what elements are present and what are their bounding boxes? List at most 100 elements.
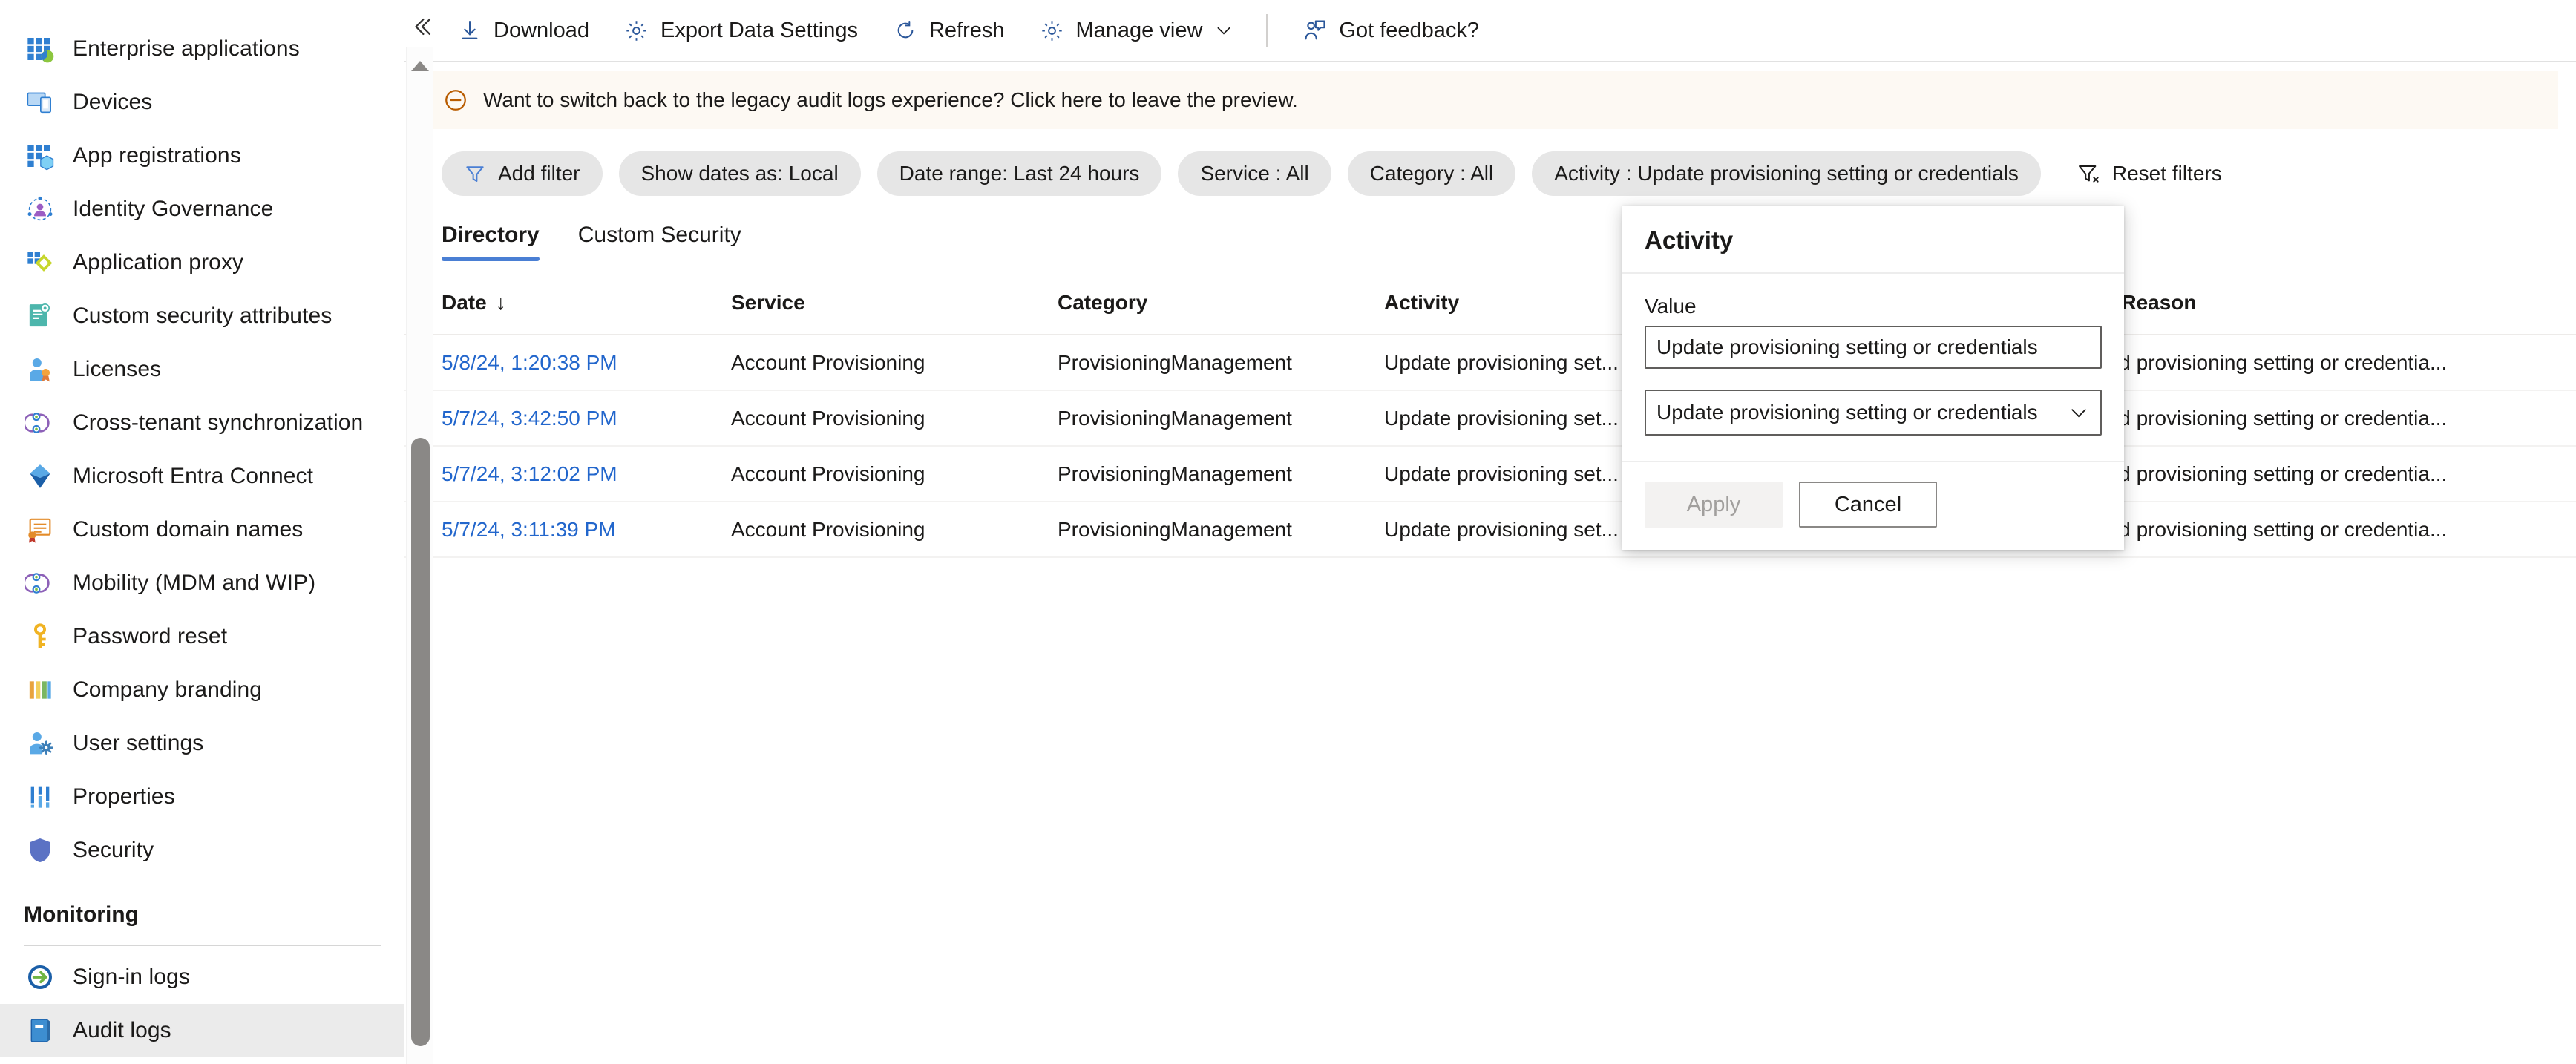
- cell-date: 5/7/24, 3:42:50 PM: [404, 390, 731, 447]
- cross-tenant-sync-icon: [24, 407, 56, 439]
- feedback-person-icon: [1302, 17, 1328, 44]
- entra-connect-icon: [24, 460, 56, 493]
- column-header-date[interactable]: Date ↓: [404, 291, 731, 335]
- tab-label: Custom Security: [577, 223, 741, 247]
- sidebar-item-cross-tenant-synchronization[interactable]: Cross-tenant synchronization: [0, 396, 404, 450]
- cancel-button[interactable]: Cancel: [1799, 482, 1937, 528]
- sidebar-item-custom-security-attributes[interactable]: Custom security attributes: [0, 289, 404, 343]
- cell-date: 5/7/24, 3:12:02 PM: [404, 446, 731, 502]
- filter-pill-activity[interactable]: Activity : Update provisioning setting o…: [1532, 151, 2041, 196]
- sidebar-divider: [24, 945, 381, 946]
- refresh-icon: [892, 17, 919, 44]
- scrollbar-thumb[interactable]: [411, 438, 430, 1046]
- cell-service: Account Provisioning: [731, 446, 1058, 502]
- date-link[interactable]: 5/7/24, 3:42:50 PM: [442, 407, 617, 430]
- devices-icon: [24, 86, 56, 119]
- sidebar-item-properties[interactable]: Properties: [0, 770, 404, 824]
- sidebar-section-title: Monitoring: [24, 902, 139, 927]
- sidebar-item-label: Application proxy: [73, 250, 244, 275]
- sidebar-item-user-settings[interactable]: User settings: [0, 717, 404, 770]
- password-reset-icon: [24, 620, 56, 653]
- sidebar-item-password-reset[interactable]: Password reset: [0, 610, 404, 663]
- manage-view-button[interactable]: Manage view: [1024, 7, 1249, 54]
- tab-custom-security[interactable]: Custom Security: [578, 223, 741, 261]
- activity-value-dropdown[interactable]: Update provisioning setting or credentia…: [1645, 390, 2102, 436]
- sidebar-item-sign-in-logs[interactable]: Sign-in logs: [0, 950, 404, 1004]
- sidebar-item-microsoft-entra-connect[interactable]: Microsoft Entra Connect: [0, 450, 404, 503]
- export-data-settings-button[interactable]: Export Data Settings: [609, 7, 873, 54]
- apply-button[interactable]: Apply: [1645, 482, 1783, 528]
- filter-pill-label: Show dates as: Local: [640, 162, 839, 185]
- sidebar-item-mobility-mdm-and-wip[interactable]: Mobility (MDM and WIP): [0, 556, 404, 610]
- manage-view-label: Manage view: [1075, 18, 1203, 42]
- got-feedback-button[interactable]: Got feedback?: [1287, 7, 1494, 54]
- column-header-category[interactable]: Category: [1058, 291, 1384, 335]
- sidebar-item-enterprise-applications[interactable]: Enterprise applications: [0, 22, 404, 76]
- sidebar-item-identity-governance[interactable]: Identity Governance: [0, 183, 404, 236]
- column-header-status-reason[interactable]: Status Reason: [2052, 291, 2576, 335]
- cell-category: ProvisioningManagement: [1058, 502, 1384, 558]
- sidebar-item-label: Sign-in logs: [73, 965, 190, 989]
- filter-pill-service[interactable]: Service : All: [1178, 151, 1331, 196]
- date-link[interactable]: 5/8/24, 1:20:38 PM: [442, 351, 617, 374]
- date-link[interactable]: 5/7/24, 3:12:02 PM: [442, 462, 617, 485]
- table-row[interactable]: 5/7/24, 3:42:50 PM Account Provisioning Pr…: [404, 390, 2576, 447]
- filter-bar: Add filter Show dates as: Local Date ran…: [404, 129, 2576, 196]
- add-filter-button[interactable]: Add filter: [442, 151, 603, 196]
- column-label: Category: [1058, 291, 1148, 314]
- apply-label: Apply: [1686, 492, 1741, 516]
- sidebar-item-label: Security: [73, 838, 154, 862]
- activity-value-input[interactable]: [1645, 326, 2102, 369]
- sidebar-item-licenses[interactable]: Licenses: [0, 343, 404, 396]
- table-row[interactable]: 5/7/24, 3:11:39 PM Account Provisioning Pr…: [404, 502, 2576, 558]
- filter-pill-category[interactable]: Category : All: [1347, 151, 1516, 196]
- filter-pill-label: Service : All: [1200, 162, 1309, 185]
- cancel-label: Cancel: [1834, 492, 1902, 516]
- sidebar-item-audit-logs[interactable]: Audit logs: [0, 1004, 404, 1057]
- table-row[interactable]: 5/7/24, 3:12:02 PM Account Provisioning Pr…: [404, 446, 2576, 502]
- sidebar-item-label: User settings: [73, 731, 204, 755]
- column-label: Service: [731, 291, 805, 314]
- sidebar-section-monitoring: Monitoring: [0, 877, 404, 932]
- cell-status-reason: Updated provisioning setting or credenti…: [2052, 446, 2576, 502]
- filter-funnel-icon: [464, 162, 486, 185]
- column-label: Activity: [1384, 291, 1460, 314]
- table-row[interactable]: 5/8/24, 1:20:38 PM Account Provisioning Pr…: [404, 335, 2576, 391]
- entra-audit-logs-page: Enterprise applications Devices App regist…: [0, 0, 2576, 1064]
- download-button[interactable]: Download: [442, 7, 604, 54]
- sidebar-item-devices[interactable]: Devices: [0, 76, 404, 129]
- date-link[interactable]: 5/7/24, 3:11:39 PM: [442, 518, 616, 541]
- legacy-preview-banner[interactable]: Want to switch back to the legacy audit …: [422, 71, 2558, 129]
- sidebar-scrollbar[interactable]: [406, 47, 433, 1064]
- toolbar-separator: [1266, 14, 1268, 47]
- filter-clear-icon: [2077, 162, 2100, 185]
- filter-pill-label: Date range: Last 24 hours: [899, 162, 1140, 185]
- cell-category: ProvisioningManagement: [1058, 335, 1384, 391]
- properties-icon: [24, 781, 56, 813]
- filter-pill-show-dates[interactable]: Show dates as: Local: [618, 151, 861, 196]
- filter-pill-date-range[interactable]: Date range: Last 24 hours: [876, 151, 1162, 196]
- download-label: Download: [494, 18, 589, 42]
- cell-category: ProvisioningManagement: [1058, 446, 1384, 502]
- column-label: Date: [442, 291, 487, 314]
- sidebar-item-company-branding[interactable]: Company branding: [0, 663, 404, 717]
- scroll-up-arrow-icon[interactable]: [411, 61, 429, 71]
- custom-domain-names-icon: [24, 513, 56, 546]
- sidebar-item-app-registrations[interactable]: App registrations: [0, 129, 404, 183]
- cell-status-reason: Updated provisioning setting or credenti…: [2052, 502, 2576, 558]
- sidebar-item-application-proxy[interactable]: Application proxy: [0, 236, 404, 289]
- column-header-service[interactable]: Service: [731, 291, 1058, 335]
- cell-category: ProvisioningManagement: [1058, 390, 1384, 447]
- audit-logs-table-wrap: Date↓ Service Category Activity Status S…: [404, 261, 2576, 558]
- sidebar-collapse-button[interactable]: [404, 10, 440, 46]
- sidebar-item-label: Devices: [73, 90, 153, 114]
- refresh-button[interactable]: Refresh: [877, 7, 1020, 54]
- sidebar-item-custom-domain-names[interactable]: Custom domain names: [0, 503, 404, 556]
- gear-icon: [623, 17, 650, 44]
- tab-directory[interactable]: Directory: [442, 223, 540, 261]
- table-header: Date↓ Service Category Activity Status S…: [404, 291, 2576, 335]
- security-icon: [24, 834, 56, 867]
- sidebar-item-security[interactable]: Security: [0, 824, 404, 877]
- popup-footer: Apply Cancel: [1622, 462, 2124, 550]
- reset-filters-button[interactable]: Reset filters: [2066, 151, 2232, 196]
